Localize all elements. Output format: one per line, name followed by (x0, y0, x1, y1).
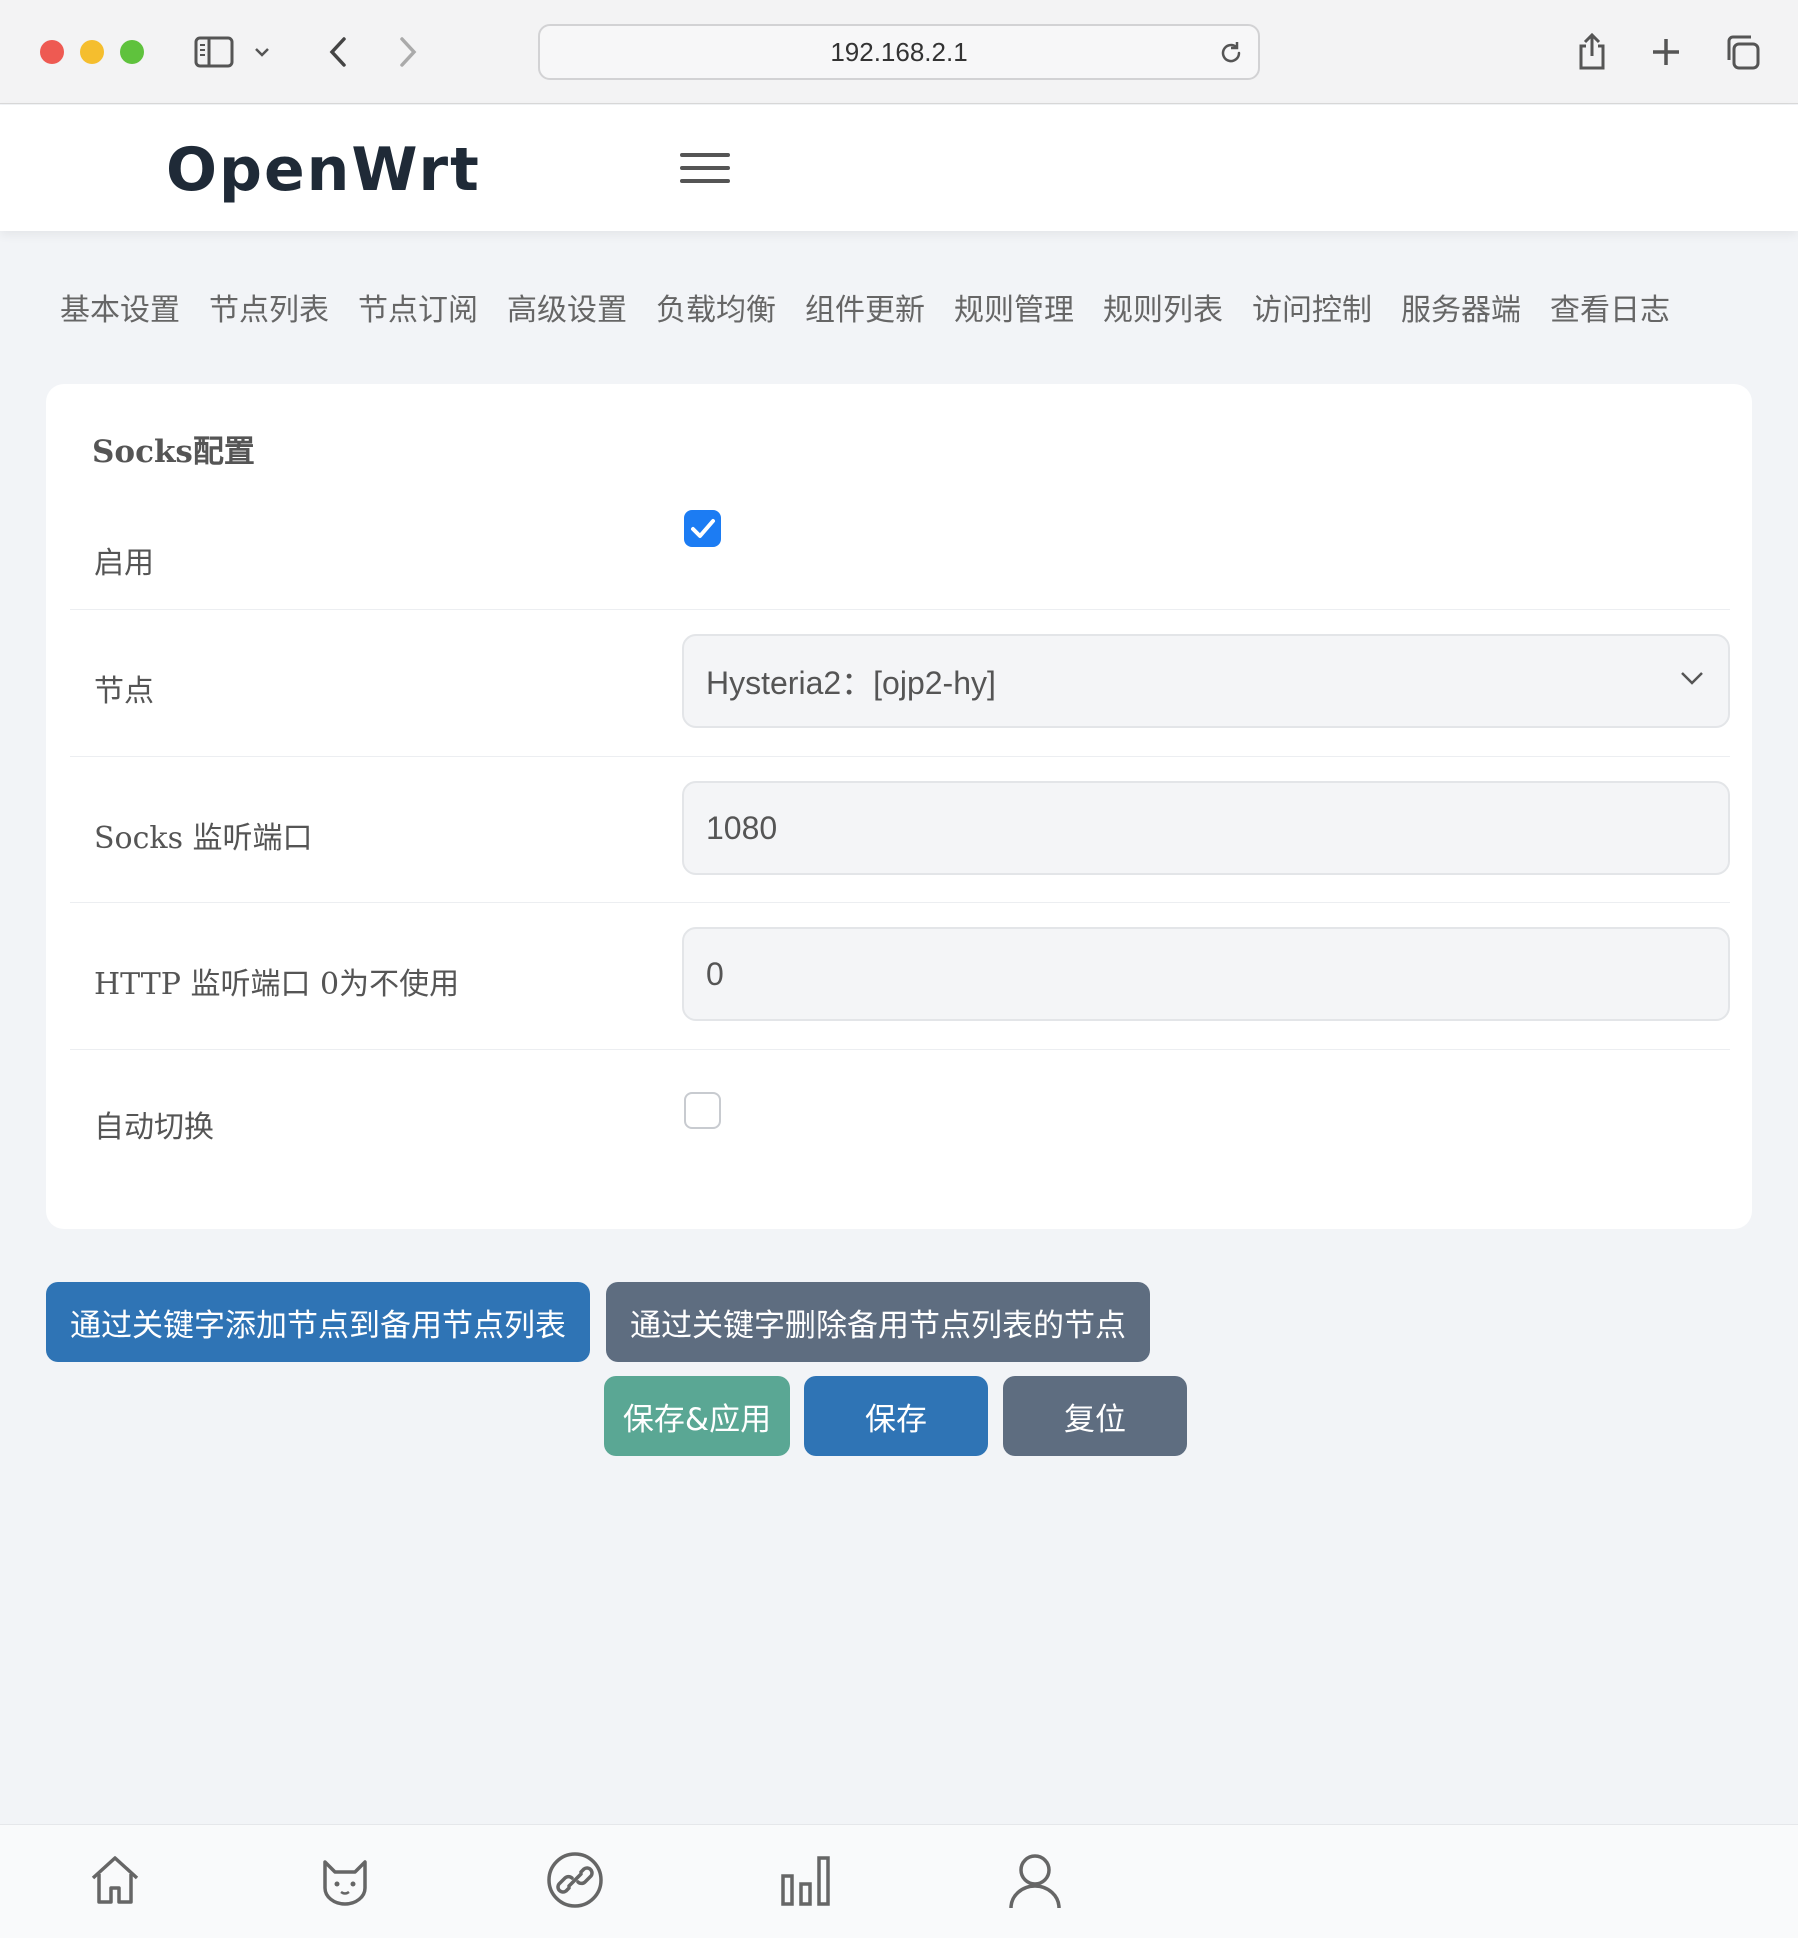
socks-port-value: 1080 (706, 809, 778, 846)
tab-view-logs[interactable]: 查看日志 (1550, 285, 1670, 329)
reload-icon[interactable] (1214, 36, 1248, 70)
menu-icon[interactable] (680, 153, 730, 189)
enable-label: 启用 (94, 546, 154, 581)
socks-port-input[interactable]: 1080 (682, 781, 1730, 875)
cat-icon[interactable] (312, 1847, 378, 1913)
auto-switch-label: 自动切换 (94, 1110, 214, 1145)
auto-switch-checkbox[interactable] (684, 1092, 721, 1129)
tab-node-subscription[interactable]: 节点订阅 (358, 285, 478, 329)
http-port-value: 0 (706, 955, 724, 992)
bar-chart-icon[interactable] (772, 1847, 838, 1913)
reset-button[interactable]: 复位 (1003, 1376, 1187, 1456)
back-icon[interactable] (314, 28, 362, 76)
link-icon[interactable] (542, 1847, 608, 1913)
section-title: Socks配置 (92, 434, 255, 470)
user-icon[interactable] (1002, 1847, 1068, 1913)
bottom-nav (0, 1824, 1798, 1938)
sidebar-toggle-icon[interactable] (190, 28, 238, 76)
zoom-window-button[interactable] (120, 40, 144, 64)
auto-switch-row: 自动切换 (70, 1050, 1730, 1180)
tab-node-list[interactable]: 节点列表 (209, 285, 329, 329)
brand-logo[interactable]: OpenWrt (166, 135, 481, 205)
http-port-label: HTTP 监听端口 0为不使用 (94, 967, 460, 1002)
share-icon[interactable] (1568, 28, 1616, 76)
node-select[interactable]: Hysteria2：[ojp2-hy] (682, 634, 1730, 728)
enable-checkbox[interactable] (684, 510, 721, 547)
enable-row: 启用 (70, 484, 1730, 610)
new-tab-icon[interactable] (1642, 28, 1690, 76)
tab-rule-list[interactable]: 规则列表 (1103, 285, 1223, 329)
address-bar[interactable]: 192.168.2.1 (538, 24, 1260, 80)
tab-access-control[interactable]: 访问控制 (1252, 285, 1372, 329)
chevron-down-icon[interactable] (246, 28, 278, 76)
node-label: 节点 (94, 674, 154, 709)
save-button[interactable]: 保存 (804, 1376, 988, 1456)
forward-icon[interactable] (384, 28, 432, 76)
tab-bar: 基本设置 节点列表 节点订阅 高级设置 负载均衡 组件更新 规则管理 规则列表 … (60, 285, 1699, 329)
socks-config-card: Socks配置 启用 节点 Hysteria2：[ojp2-hy] Socks … (46, 384, 1752, 1229)
http-port-row: HTTP 监听端口 0为不使用 0 (70, 903, 1730, 1050)
close-window-button[interactable] (40, 40, 64, 64)
tab-basic-settings[interactable]: 基本设置 (60, 285, 180, 329)
url-text: 192.168.2.1 (830, 36, 968, 67)
tab-server[interactable]: 服务器端 (1401, 285, 1521, 329)
tab-rule-management[interactable]: 规则管理 (954, 285, 1074, 329)
app-header: OpenWrt (0, 105, 1798, 231)
add-by-keyword-button[interactable]: 通过关键字添加节点到备用节点列表 (46, 1282, 590, 1362)
save-apply-button[interactable]: 保存&应用 (604, 1376, 790, 1456)
tab-overview-icon[interactable] (1718, 28, 1766, 76)
home-icon[interactable] (82, 1847, 148, 1913)
http-port-input[interactable]: 0 (682, 927, 1730, 1021)
socks-port-label: Socks 监听端口 (94, 821, 313, 856)
minimize-window-button[interactable] (80, 40, 104, 64)
node-row: 节点 Hysteria2：[ojp2-hy] (70, 610, 1730, 757)
tab-advanced-settings[interactable]: 高级设置 (507, 285, 627, 329)
node-select-value: Hysteria2：[ojp2-hy] (706, 665, 996, 701)
chevron-down-icon (1681, 672, 1703, 685)
check-icon (690, 518, 715, 538)
socks-port-row: Socks 监听端口 1080 (70, 757, 1730, 903)
tab-load-balancing[interactable]: 负载均衡 (656, 285, 776, 329)
delete-by-keyword-button[interactable]: 通过关键字删除备用节点列表的节点 (606, 1282, 1150, 1362)
browser-toolbar: 192.168.2.1 (0, 0, 1798, 104)
tab-component-update[interactable]: 组件更新 (805, 285, 925, 329)
